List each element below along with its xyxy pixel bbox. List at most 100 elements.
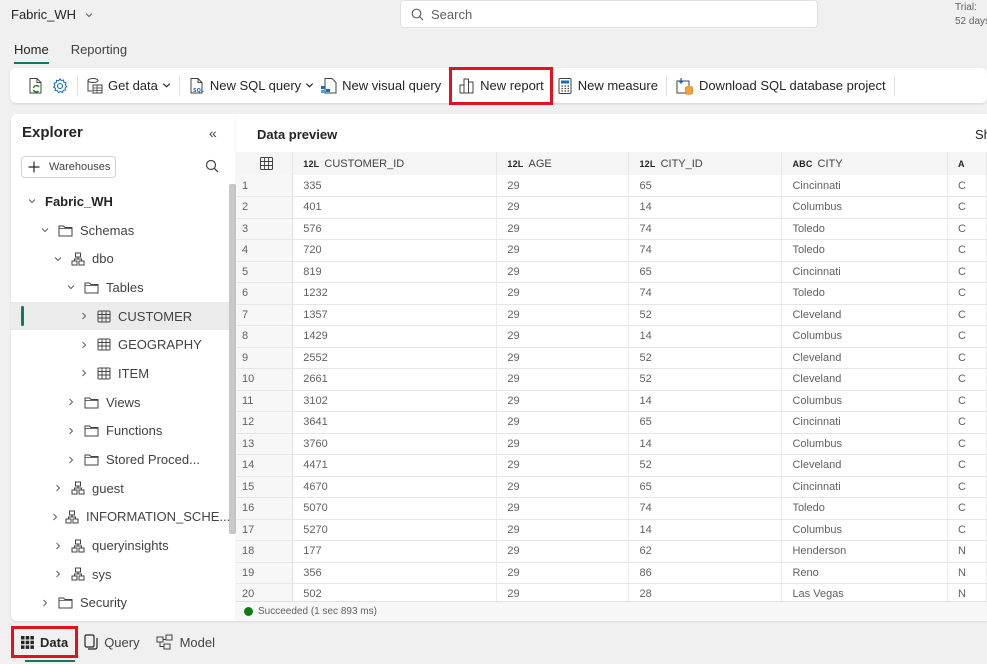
new-report-button[interactable]: New report — [449, 66, 553, 105]
table-cell[interactable]: 335 — [292, 175, 498, 197]
table-row[interactable]: 14 4471 29 52 Cleveland C — [236, 454, 987, 477]
tree-item[interactable]: INFORMATION_SCHE... — [11, 503, 230, 532]
table-cell[interactable]: C — [947, 497, 987, 520]
table-cell[interactable]: 3760 — [292, 433, 498, 455]
table-cell[interactable]: Cincinnati — [781, 411, 948, 434]
table-cell[interactable]: 29 — [496, 562, 630, 584]
table-cell[interactable]: C — [947, 196, 987, 219]
workspace-switcher[interactable]: Fabric_WH — [11, 7, 94, 22]
table-cell[interactable]: 1232 — [292, 282, 498, 305]
chevron-right-icon[interactable] — [51, 484, 65, 492]
table-cell[interactable]: 29 — [496, 218, 630, 240]
table-cell[interactable]: 29 — [496, 476, 630, 498]
chevron-right-icon[interactable] — [77, 341, 91, 349]
table-cell[interactable]: Columbus — [781, 433, 948, 455]
table-cell[interactable]: 401 — [292, 196, 498, 219]
table-row[interactable]: 18 177 29 62 Henderson N — [236, 540, 987, 563]
table-cell[interactable]: C — [947, 325, 987, 348]
table-row[interactable]: 3 576 29 74 Toledo C — [236, 218, 987, 240]
column-header[interactable]: 12L AGE — [496, 152, 630, 175]
chevron-right-icon[interactable] — [38, 599, 52, 607]
table-cell[interactable]: 29 — [496, 411, 630, 434]
table-cell[interactable]: 819 — [292, 261, 498, 283]
table-row[interactable]: 6 1232 29 74 Toledo C — [236, 282, 987, 305]
table-cell[interactable]: 65 — [628, 476, 783, 498]
chevron-down-icon[interactable] — [38, 226, 52, 234]
table-cell[interactable]: 29 — [496, 368, 630, 391]
tree-item[interactable]: Functions — [11, 417, 229, 446]
table-cell[interactable]: 29 — [496, 304, 630, 326]
tree-item[interactable]: Fabric_WH — [11, 187, 229, 216]
table-cell[interactable]: 74 — [628, 282, 783, 305]
new-measure-button[interactable]: New measure — [553, 73, 661, 99]
table-row[interactable]: 19 356 29 86 Reno N — [236, 562, 987, 584]
chevron-down-icon[interactable] — [64, 283, 78, 291]
table-row[interactable]: 2 401 29 14 Columbus C — [236, 196, 987, 219]
table-cell[interactable]: 86 — [628, 562, 783, 584]
table-cell[interactable]: C — [947, 411, 987, 434]
table-cell[interactable]: Cleveland — [781, 304, 948, 326]
table-cell[interactable]: 5270 — [292, 519, 498, 541]
table-cell[interactable]: C — [947, 476, 987, 498]
table-cell[interactable]: N — [947, 562, 987, 584]
tree-item[interactable]: Views — [11, 388, 229, 417]
tab-query[interactable]: Query — [76, 628, 147, 656]
table-row[interactable]: 16 5070 29 74 Toledo C — [236, 497, 987, 520]
show-columns-button[interactable]: Sh — [975, 127, 987, 142]
table-cell[interactable]: 52 — [628, 347, 783, 369]
chevron-down-icon[interactable] — [25, 197, 39, 205]
table-row[interactable]: 5 819 29 65 Cincinnati C — [236, 261, 987, 283]
search-input[interactable]: Search — [400, 0, 818, 28]
table-cell[interactable]: Columbus — [781, 390, 948, 412]
table-cell[interactable]: 29 — [496, 433, 630, 455]
table-row[interactable]: 1 335 29 65 Cincinnati C — [236, 175, 987, 197]
table-cell[interactable]: 720 — [292, 239, 498, 262]
chevron-right-icon[interactable] — [77, 312, 91, 320]
table-row[interactable]: 12 3641 29 65 Cincinnati C — [236, 411, 987, 434]
table-cell[interactable]: 74 — [628, 497, 783, 520]
table-cell[interactable]: 14 — [628, 196, 783, 219]
tab-model[interactable]: Model — [148, 628, 223, 656]
tab-home[interactable]: Home — [14, 42, 49, 64]
tree-item[interactable]: dbo — [11, 244, 229, 273]
column-header[interactable]: A — [947, 152, 987, 175]
table-cell[interactable]: C — [947, 390, 987, 412]
table-cell[interactable]: 4670 — [292, 476, 498, 498]
tree-item[interactable]: Stored Proced... — [11, 445, 229, 474]
table-cell[interactable]: Henderson — [781, 540, 948, 563]
table-cell[interactable]: C — [947, 175, 987, 197]
table-cell[interactable]: 14 — [628, 390, 783, 412]
table-cell[interactable]: Cleveland — [781, 368, 948, 391]
table-cell[interactable]: 29 — [496, 390, 630, 412]
table-cell[interactable]: C — [947, 282, 987, 305]
table-cell[interactable]: Toledo — [781, 218, 948, 240]
get-data-button[interactable]: Get data — [83, 73, 174, 99]
tree-item[interactable]: Security — [11, 589, 229, 618]
tab-data[interactable]: Data — [10, 626, 79, 662]
table-cell[interactable]: 29 — [496, 497, 630, 520]
column-header[interactable]: 12L CUSTOMER_ID — [292, 152, 498, 175]
chevron-right-icon[interactable] — [77, 369, 91, 377]
new-visual-query-button[interactable]: New visual query — [317, 73, 444, 99]
select-all-cell[interactable] — [236, 152, 294, 175]
tab-reporting[interactable]: Reporting — [71, 42, 127, 64]
table-cell[interactable]: 29 — [496, 282, 630, 305]
table-row[interactable]: 11 3102 29 14 Columbus C — [236, 390, 987, 412]
table-cell[interactable]: 65 — [628, 411, 783, 434]
download-sql-project-button[interactable]: Download SQL database project — [672, 73, 889, 99]
table-cell[interactable]: 29 — [496, 519, 630, 541]
table-cell[interactable]: 29 — [496, 347, 630, 369]
table-cell[interactable]: Reno — [781, 562, 948, 584]
table-cell[interactable]: C — [947, 368, 987, 391]
chevron-right-icon[interactable] — [64, 427, 78, 435]
table-cell[interactable]: 3641 — [292, 411, 498, 434]
table-cell[interactable]: 52 — [628, 304, 783, 326]
table-cell[interactable]: 29 — [496, 239, 630, 262]
table-cell[interactable]: 65 — [628, 261, 783, 283]
tree-item[interactable]: Schemas — [11, 216, 229, 245]
table-row[interactable]: 10 2661 29 52 Cleveland C — [236, 368, 987, 391]
table-cell[interactable]: 29 — [496, 196, 630, 219]
table-cell[interactable]: 14 — [628, 325, 783, 348]
table-cell[interactable]: 1429 — [292, 325, 498, 348]
table-cell[interactable]: Cincinnati — [781, 261, 948, 283]
